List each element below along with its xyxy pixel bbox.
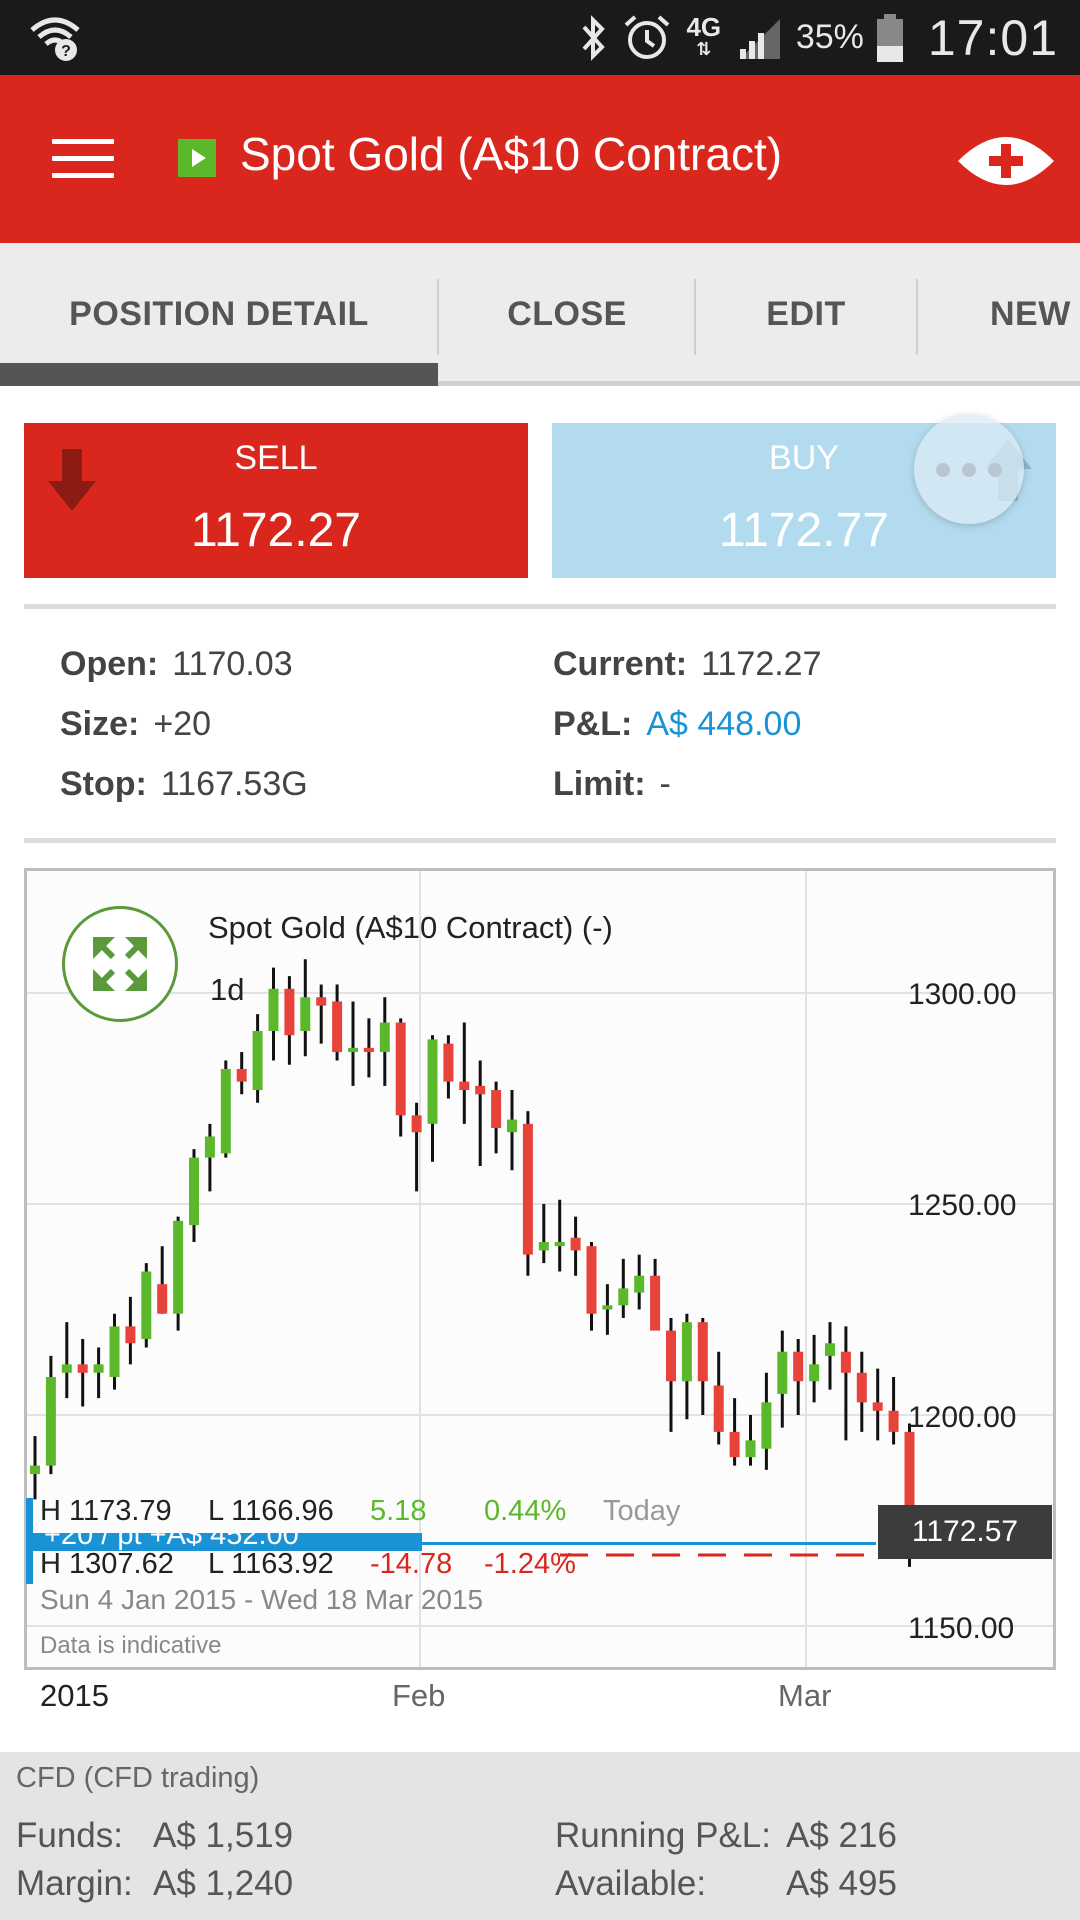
candle-body bbox=[363, 1047, 374, 1053]
candle-body bbox=[93, 1364, 104, 1373]
available-label: Available: bbox=[555, 1864, 707, 1903]
candle-body bbox=[125, 1326, 136, 1344]
candle-body bbox=[507, 1119, 517, 1133]
candle-body bbox=[681, 1322, 692, 1382]
y-tick-label: 1150.00 bbox=[908, 1612, 1015, 1645]
range-low: L 1163.92 bbox=[208, 1548, 334, 1580]
range-high: H 1307.62 bbox=[40, 1548, 174, 1580]
chart-canvas bbox=[27, 871, 1053, 1667]
candle-body bbox=[109, 1326, 120, 1378]
date-range: Sun 4 Jan 2015 - Wed 18 Mar 2015 bbox=[40, 1584, 484, 1615]
x-tick-label: Mar bbox=[778, 1678, 832, 1713]
today-change-pct: 0.44% bbox=[484, 1495, 567, 1527]
candle-body bbox=[825, 1343, 835, 1356]
candle-body bbox=[45, 1377, 56, 1466]
candle-body bbox=[395, 1022, 406, 1116]
candle-body bbox=[554, 1241, 565, 1247]
candle-body bbox=[459, 1081, 470, 1091]
current-price-tag: 1172.57 bbox=[878, 1505, 1052, 1559]
candle-body bbox=[697, 1322, 708, 1382]
candle-body bbox=[332, 1001, 343, 1053]
candle-body bbox=[220, 1068, 231, 1154]
candle-body bbox=[189, 1157, 199, 1226]
funds-value: A$ 1,519 bbox=[153, 1816, 294, 1855]
y-tick-label: 1200.00 bbox=[908, 1401, 1017, 1434]
candle-body bbox=[761, 1402, 772, 1449]
margin-label: Margin: bbox=[16, 1864, 133, 1903]
y-tick-label: 1300.00 bbox=[908, 978, 1017, 1011]
candle-body bbox=[602, 1305, 613, 1310]
candle-body bbox=[650, 1275, 661, 1331]
candle-body bbox=[236, 1068, 247, 1082]
candle-body bbox=[141, 1271, 152, 1340]
account-type: CFD (CFD trading) bbox=[16, 1762, 260, 1794]
expand-chart-button[interactable] bbox=[62, 906, 178, 1022]
available-value: A$ 495 bbox=[786, 1864, 897, 1903]
candle-body bbox=[634, 1275, 645, 1293]
candle-body bbox=[443, 1043, 454, 1082]
candle-body bbox=[729, 1431, 740, 1458]
candle-body bbox=[745, 1440, 756, 1458]
expand-icon bbox=[93, 937, 147, 991]
candle-body bbox=[491, 1090, 502, 1129]
margin-value: A$ 1,240 bbox=[153, 1864, 294, 1903]
today-low: L 1166.96 bbox=[208, 1495, 334, 1527]
candle-body bbox=[856, 1372, 867, 1403]
candle-body bbox=[379, 1022, 390, 1053]
candle-body bbox=[809, 1364, 820, 1382]
today-high: H 1173.79 bbox=[40, 1495, 172, 1527]
candle-body bbox=[300, 997, 311, 1031]
candle-body bbox=[204, 1136, 215, 1158]
app-screen: ? 4G ⇅ 35% 17:01 Spot Gold (A$10 Contrac… bbox=[0, 0, 1080, 1920]
y-tick-label: 1250.00 bbox=[908, 1189, 1017, 1222]
candle-body bbox=[872, 1402, 883, 1411]
candle-body bbox=[77, 1364, 88, 1373]
candle-body bbox=[61, 1364, 72, 1373]
chart-title: Spot Gold (A$10 Contract) (-) bbox=[208, 910, 613, 945]
candle-body bbox=[793, 1351, 804, 1382]
candle-body bbox=[522, 1123, 533, 1255]
today-change: 5.18 bbox=[370, 1495, 427, 1527]
candle-body bbox=[713, 1385, 724, 1432]
candle-body bbox=[427, 1039, 438, 1124]
candle-body bbox=[666, 1330, 676, 1382]
candle-body bbox=[30, 1465, 40, 1475]
candle-body bbox=[570, 1237, 581, 1251]
candle-body bbox=[777, 1351, 788, 1394]
candle-body bbox=[618, 1288, 629, 1306]
candle-body bbox=[284, 988, 295, 1036]
running-pnl-label: Running P&L: bbox=[555, 1816, 771, 1855]
candle-body bbox=[316, 997, 327, 1006]
x-tick-label: 2015 bbox=[40, 1678, 109, 1713]
candle-body bbox=[888, 1410, 899, 1432]
range-change: -14.78 bbox=[370, 1548, 453, 1580]
today-label: Today bbox=[603, 1495, 681, 1527]
x-tick-label: Feb bbox=[392, 1678, 446, 1713]
candle-body bbox=[586, 1246, 597, 1314]
candle-body bbox=[475, 1085, 486, 1095]
candle-body bbox=[252, 1030, 263, 1091]
running-pnl-value: A$ 216 bbox=[786, 1816, 897, 1855]
candle-body bbox=[840, 1351, 851, 1373]
account-footer: CFD (CFD trading) Funds: A$ 1,519 Margin… bbox=[0, 1752, 1080, 1920]
funds-label: Funds: bbox=[16, 1816, 123, 1855]
chart-interval[interactable]: 1d bbox=[210, 972, 244, 1008]
candle-body bbox=[268, 988, 279, 1031]
candle-body bbox=[411, 1115, 422, 1133]
candle-body bbox=[538, 1241, 549, 1251]
data-disclaimer: Data is indicative bbox=[40, 1632, 222, 1659]
candle-body bbox=[157, 1284, 168, 1314]
candle-body bbox=[173, 1220, 184, 1314]
range-change-pct: -1.24% bbox=[484, 1548, 576, 1580]
candle-body bbox=[348, 1047, 358, 1053]
